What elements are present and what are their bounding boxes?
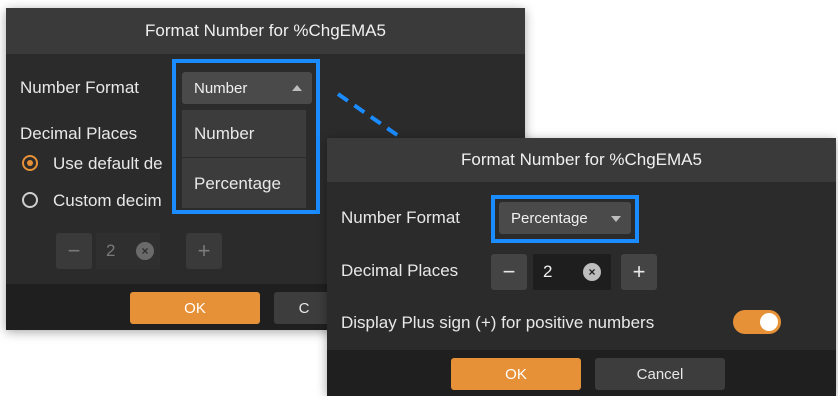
- right-ok-button[interactable]: OK: [451, 358, 581, 390]
- right-decimal-places-label: Decimal Places: [341, 261, 459, 280]
- left-select-highlight: [172, 59, 320, 214]
- right-dialog-title: Format Number for %ChgEMA5: [461, 150, 702, 169]
- radio-use-default-label: Use default de: [53, 154, 163, 173]
- radio-custom-decimal[interactable]: [22, 192, 38, 208]
- right-dialog-footer: OK Cancel: [327, 350, 836, 396]
- left-decrement-button[interactable]: −: [56, 233, 92, 269]
- left-ok-button[interactable]: OK: [130, 292, 260, 324]
- right-dialog-titlebar: Format Number for %ChgEMA5: [327, 138, 836, 182]
- left-decimal-places-label: Decimal Places: [20, 124, 138, 143]
- right-decimal-input[interactable]: 2 ×: [533, 254, 611, 290]
- right-cancel-button[interactable]: Cancel: [595, 358, 725, 390]
- left-dialog-titlebar: Format Number for %ChgEMA5: [6, 8, 525, 54]
- left-decimal-input[interactable]: 2 ×: [96, 233, 160, 269]
- clear-icon[interactable]: ×: [136, 242, 154, 260]
- left-cancel-button[interactable]: C: [274, 292, 334, 324]
- left-decimal-value: 2: [106, 241, 116, 260]
- clear-icon[interactable]: ×: [583, 263, 601, 281]
- toggle-knob: [760, 313, 778, 331]
- left-dialog-title: Format Number for %ChgEMA5: [145, 21, 386, 40]
- left-increment-button[interactable]: +: [186, 233, 222, 269]
- right-decimal-value: 2: [543, 262, 553, 281]
- right-format-dialog: Format Number for %ChgEMA5 Number Format…: [327, 138, 836, 396]
- right-increment-button[interactable]: +: [621, 254, 657, 290]
- left-number-format-label: Number Format: [20, 78, 140, 97]
- plus-sign-label: Display Plus sign (+) for positive numbe…: [341, 313, 655, 332]
- radio-use-default[interactable]: [22, 155, 38, 171]
- radio-custom-decimal-label: Custom decim: [53, 191, 162, 210]
- right-select-highlight: [491, 195, 639, 243]
- right-decrement-button[interactable]: −: [491, 254, 527, 290]
- plus-sign-toggle[interactable]: [733, 310, 781, 334]
- right-number-format-label: Number Format: [341, 208, 461, 227]
